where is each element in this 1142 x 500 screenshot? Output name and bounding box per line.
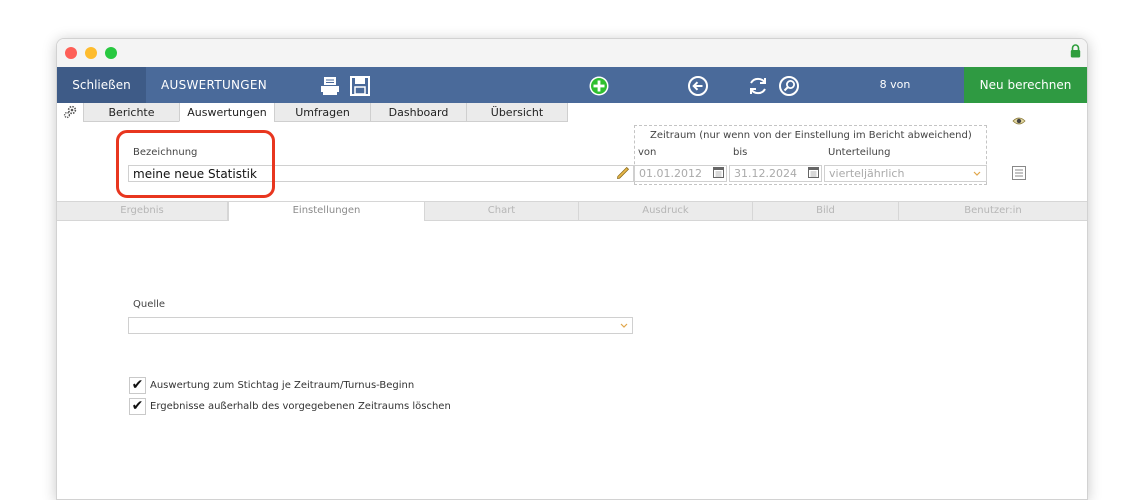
- search-icon[interactable]: [778, 75, 800, 97]
- edit-pencil-icon[interactable]: [616, 167, 630, 180]
- stichtag-checkbox[interactable]: ✔: [129, 377, 146, 394]
- recalculate-button[interactable]: Neu berechnen: [964, 67, 1087, 103]
- main-tabs: Berichte Auswertungen Umfragen Dashboard…: [57, 103, 1087, 123]
- tab-dashboard[interactable]: Dashboard: [370, 103, 467, 122]
- title-bar: [57, 39, 1087, 67]
- quelle-select[interactable]: [128, 317, 633, 334]
- tab-einstellungen[interactable]: Einstellungen: [228, 202, 425, 221]
- ausserhalb-loeschen-label: Ergebnisse außerhalb des vorgegebenen Ze…: [150, 401, 451, 412]
- unterteilung-label: Unterteilung: [828, 147, 891, 158]
- print-icon[interactable]: [319, 75, 341, 97]
- unterteilung-select[interactable]: vierteljährlich: [824, 165, 987, 182]
- page-title: AUSWERTUNGEN: [161, 78, 268, 92]
- ausserhalb-loeschen-checkbox[interactable]: ✔: [129, 398, 146, 415]
- tab-benutzer[interactable]: Benutzer:in: [899, 202, 1087, 220]
- tab-umfragen[interactable]: Umfragen: [274, 103, 371, 122]
- back-icon[interactable]: [687, 75, 709, 97]
- save-icon[interactable]: [349, 75, 371, 97]
- tab-bild[interactable]: Bild: [753, 202, 899, 220]
- chevron-down-icon: [620, 323, 628, 328]
- refresh-icon[interactable]: [747, 75, 769, 97]
- notes-icon[interactable]: [1012, 166, 1026, 180]
- tab-ausdruck[interactable]: Ausdruck: [579, 202, 753, 220]
- tab-ergebnis[interactable]: Ergebnis: [57, 202, 228, 220]
- tab-chart[interactable]: Chart: [425, 202, 579, 220]
- stichtag-label: Auswertung zum Stichtag je Zeitraum/Turn…: [150, 380, 415, 391]
- app-window: Schließen AUSWERTUNGEN 8 von 8 Neu berec…: [56, 38, 1088, 500]
- zeitraum-header: Zeitraum (nur wenn von der Einstellung i…: [650, 130, 972, 141]
- lock-icon: [1070, 44, 1081, 58]
- close-window-button[interactable]: [65, 47, 77, 59]
- record-counter: 8 von 8: [879, 78, 911, 127]
- tab-berichte[interactable]: Berichte: [83, 103, 180, 122]
- quelle-label: Quelle: [133, 299, 166, 310]
- chevron-down-icon: [973, 171, 981, 176]
- tab-uebersicht[interactable]: Übersicht: [466, 103, 568, 122]
- bis-label: bis: [733, 147, 748, 158]
- minimize-window-button[interactable]: [85, 47, 97, 59]
- zoom-window-button[interactable]: [105, 47, 117, 59]
- von-label: von: [638, 147, 657, 158]
- eye-icon[interactable]: [1012, 116, 1026, 126]
- calendar-icon[interactable]: [808, 167, 819, 178]
- calendar-icon[interactable]: [713, 167, 724, 178]
- tab-auswertungen[interactable]: Auswertungen: [179, 103, 275, 122]
- sub-tabs: Ergebnis Einstellungen Chart Ausdruck Bi…: [57, 201, 1087, 221]
- gear-icon[interactable]: [63, 105, 77, 119]
- close-button[interactable]: Schließen: [57, 67, 146, 103]
- highlight-annotation: [116, 130, 275, 198]
- toolbar: Schließen AUSWERTUNGEN 8 von 8 Neu berec…: [57, 67, 1087, 127]
- add-record-icon[interactable]: [588, 75, 610, 97]
